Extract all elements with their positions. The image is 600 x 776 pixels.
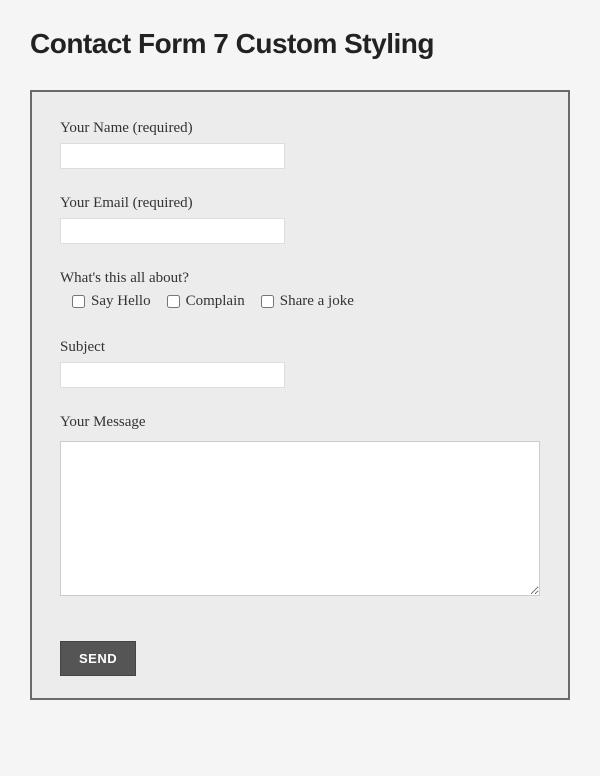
send-button[interactable]: SEND xyxy=(60,641,136,676)
email-input[interactable] xyxy=(60,218,285,244)
checkbox-label-complain: Complain xyxy=(186,293,245,310)
contact-form: Your Name (required) Your Email (require… xyxy=(30,90,570,700)
checkbox-complain[interactable]: Complain xyxy=(167,293,245,310)
about-field-group: What's this all about? Say Hello Complai… xyxy=(60,270,540,313)
checkbox-input-share-joke[interactable] xyxy=(261,295,274,308)
subject-input[interactable] xyxy=(60,362,285,388)
subject-field-group: Subject xyxy=(60,339,540,388)
name-label: Your Name (required) xyxy=(60,120,540,137)
message-label: Your Message xyxy=(60,414,540,431)
about-checkbox-row: Say Hello Complain Share a joke xyxy=(60,293,540,313)
email-label: Your Email (required) xyxy=(60,195,540,212)
checkbox-label-say-hello: Say Hello xyxy=(91,293,151,310)
message-field-group: Your Message xyxy=(60,414,540,601)
page-title: Contact Form 7 Custom Styling xyxy=(30,28,570,60)
about-label: What's this all about? xyxy=(60,270,540,287)
email-field-group: Your Email (required) xyxy=(60,195,540,244)
subject-label: Subject xyxy=(60,339,540,356)
checkbox-say-hello[interactable]: Say Hello xyxy=(72,293,151,310)
checkbox-share-joke[interactable]: Share a joke xyxy=(261,293,354,310)
checkbox-label-share-joke: Share a joke xyxy=(280,293,354,310)
message-textarea[interactable] xyxy=(60,441,540,596)
name-input[interactable] xyxy=(60,143,285,169)
name-field-group: Your Name (required) xyxy=(60,120,540,169)
checkbox-input-complain[interactable] xyxy=(167,295,180,308)
checkbox-input-say-hello[interactable] xyxy=(72,295,85,308)
